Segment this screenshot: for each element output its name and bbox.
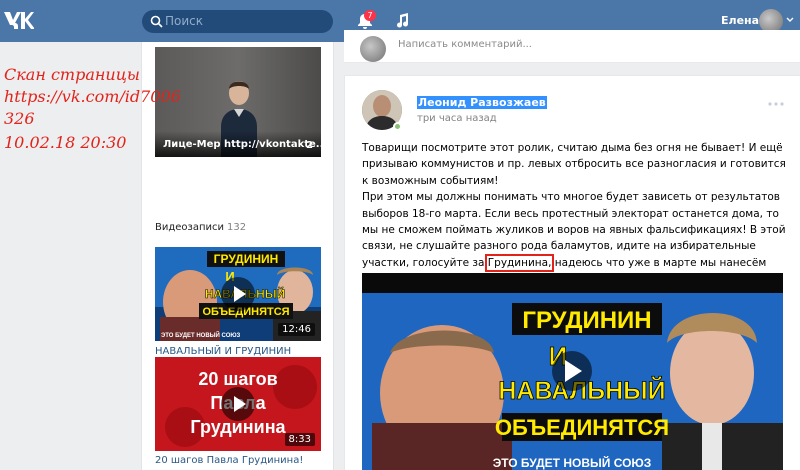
video-line: ОБЪЕДИНЯТСЯ	[495, 415, 669, 440]
music-icon[interactable]	[393, 12, 411, 30]
comment-bar[interactable]: Написать комментарий...	[344, 30, 800, 63]
vk-logo-icon[interactable]	[4, 10, 35, 32]
scan-label-line: 326	[4, 109, 35, 128]
play-icon[interactable]	[221, 277, 255, 311]
post: Леонид Развозжаев три часа назад Товарищ…	[344, 75, 800, 470]
post-video-art: ГРУДИНИН И НАВАЛЬНЫЙ ОБЪЕДИНЯТСЯ ЭТО БУД…	[362, 273, 783, 470]
post-text: Товарищи посмотрите этот ролик, считаю д…	[362, 140, 786, 288]
videos-header[interactable]: Видеозаписи 132	[155, 222, 246, 233]
scan-label-line: Скан страницы	[4, 65, 140, 84]
post-author[interactable]: Леонид Развозжаев	[417, 96, 547, 109]
search-icon	[150, 15, 163, 28]
thumb-line: ГРУДИНИН	[214, 252, 279, 266]
videos-label: Видеозаписи	[155, 222, 225, 233]
video-duration: 8:33	[284, 433, 315, 446]
videos-count: 132	[227, 222, 247, 233]
scan-label-line: 10.02.18 20:30	[4, 133, 127, 152]
thumb-line: 20 шагов	[198, 369, 277, 389]
search-placeholder: Поиск	[165, 14, 204, 28]
more-options-icon[interactable]	[768, 102, 784, 106]
user-name[interactable]: Елена	[721, 14, 759, 27]
post-video[interactable]: ГРУДИНИН И НАВАЛЬНЫЙ ОБЪЕДИНЯТСЯ ЭТО БУД…	[362, 273, 783, 470]
video-line: ЭТО БУДЕТ НОВЫЙ СОЮЗ	[493, 455, 652, 470]
comment-input[interactable]: Написать комментарий...	[398, 39, 532, 50]
notification-badge: 7	[364, 10, 376, 21]
photo-count: 2	[306, 140, 313, 151]
video-thumbnail-2[interactable]: 20 шагов Павла Грудинина 8:33	[155, 357, 321, 451]
chevron-down-icon[interactable]	[786, 17, 794, 23]
post-time[interactable]: три часа назад	[417, 113, 497, 124]
thumb-line: ЭТО БУДЕТ НОВЫЙ СОЮЗ	[161, 331, 241, 339]
video-line: ГРУДИНИН	[522, 307, 651, 334]
video-duration: 12:46	[278, 323, 315, 336]
video-title-2[interactable]: 20 шагов Павла Грудинина!	[155, 454, 325, 468]
video-thumbnail-1[interactable]: ГРУДИНИН И НАВАЛЬНЫЙ ОБЪЕДИНЯТСЯ ЭТО БУД…	[155, 247, 321, 341]
comment-avatar	[360, 36, 386, 62]
play-icon[interactable]	[221, 387, 255, 421]
online-indicator	[393, 122, 402, 131]
scan-label-line: https://vk.com/id7006	[4, 87, 181, 106]
highlighted-name: Грудинина,	[484, 253, 555, 272]
post-paragraph: Товарищи посмотрите этот ролик, считаю д…	[362, 142, 786, 187]
search-box[interactable]: Поиск	[142, 10, 333, 33]
photo-caption: Лице-Мер http://vkontakte...	[155, 131, 321, 157]
